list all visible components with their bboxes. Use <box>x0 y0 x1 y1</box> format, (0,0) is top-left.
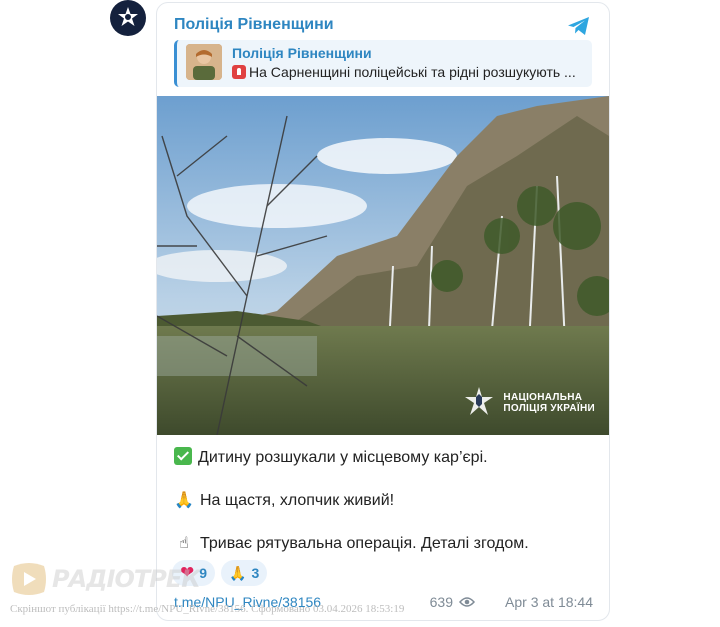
reply-thumbnail <box>186 44 222 80</box>
telegram-icon[interactable] <box>565 12 593 40</box>
message-line-3: ☝ Триває рятувальна операція. Деталі згод… <box>174 533 529 555</box>
post-date[interactable]: Apr 3 at 18:44 <box>505 594 593 610</box>
radiotrek-logo: РАДІОТРЕК <box>10 562 201 596</box>
photo-watermark: НАЦІОНАЛЬНА ПОЛІЦІЯ УКРАЇНИ <box>461 385 595 421</box>
eye-icon <box>459 597 475 607</box>
channel-avatar[interactable] <box>110 0 146 36</box>
post-header: Поліція Рівненщини <box>174 15 595 37</box>
watermark-line1: НАЦІОНАЛЬНА <box>503 392 583 403</box>
reply-text: На Сарненщині поліцейські та рідні розшу… <box>232 64 576 80</box>
reaction-count: 3 <box>251 565 260 581</box>
play-logo-icon <box>12 563 46 595</box>
check-mark-icon <box>174 447 192 465</box>
reply-author: Поліція Рівненщини <box>232 45 372 61</box>
post-photo[interactable]: НАЦІОНАЛЬНА ПОЛІЦІЯ УКРАЇНИ <box>157 96 609 435</box>
views-count: 639 <box>429 594 453 610</box>
channel-name[interactable]: Поліція Рівненщини <box>174 16 334 33</box>
pray-icon: 🙏 <box>229 564 247 581</box>
police-emblem-icon <box>465 387 494 415</box>
reaction-pray[interactable]: 🙏 3 <box>221 560 268 586</box>
reaction-count: 9 <box>199 565 208 581</box>
message-line-2: 🙏 На щастя, хлопчик живий! <box>174 490 394 512</box>
telegram-post: Поліція Рівненщини Поліція Рівненщини На… <box>156 2 610 621</box>
message-line-1: Дитину розшукали у місцевому кар’єрі. <box>174 447 488 469</box>
views-counter: 639 <box>430 594 475 610</box>
watermark-line2: ПОЛІЦІЯ УКРАЇНИ <box>503 403 595 414</box>
pray-icon: 🙏 <box>174 492 194 509</box>
screenshot-caption: Скріншот публікації https://t.me/NPU_Riv… <box>10 603 405 615</box>
reply-preview[interactable]: Поліція Рівненщини На Сарненщині поліцей… <box>174 40 592 87</box>
pointing-up-icon: ☝ <box>179 535 189 552</box>
siren-icon <box>232 65 246 79</box>
police-star-icon <box>118 7 138 26</box>
